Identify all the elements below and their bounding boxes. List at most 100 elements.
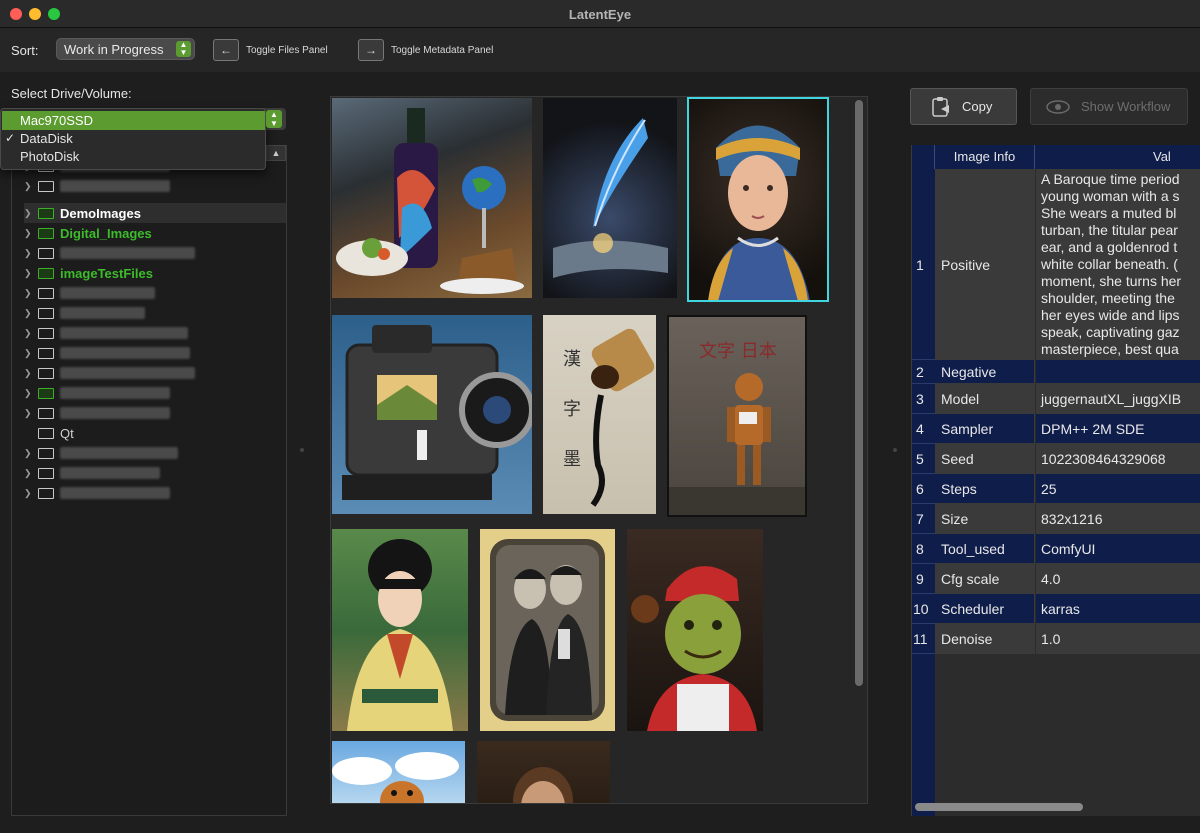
sort-select[interactable]: Work in Progress ▲ ▼ (56, 38, 195, 60)
row-key: Scheduler (935, 594, 1035, 624)
metadata-horizontal-scrollbar[interactable] (915, 803, 1083, 811)
redacted-folder-name (60, 287, 155, 299)
splitter-handle[interactable] (300, 448, 304, 452)
metadata-table: Image Info Val 1 Positive A Baroque time… (911, 145, 1200, 816)
tree-folder-row[interactable]: ❯ (24, 323, 286, 343)
metadata-row-denoise[interactable]: 11 Denoise 1.0 (912, 624, 1200, 654)
tree-folder-row[interactable]: ❯ (24, 383, 286, 403)
thumbnail-vintage-couple[interactable] (480, 529, 615, 731)
vintage-couple-image (490, 539, 605, 721)
row-value: 1022308464329068 (1036, 444, 1200, 474)
folder-icon (38, 327, 54, 339)
tree-folder-row[interactable]: ❯ (24, 463, 286, 483)
image-folder-icon (38, 227, 54, 239)
portrait-woman-image (513, 767, 573, 803)
copy-button-label: Copy (962, 99, 993, 114)
show-workflow-button[interactable]: Show Workflow (1030, 88, 1188, 125)
robot-wall-image: 文字 日本 (669, 341, 805, 515)
drive-option-datadisk[interactable]: ✓ DataDisk (2, 129, 265, 148)
folder-icon (38, 447, 54, 459)
chevron-up-icon[interactable]: ▲ (266, 145, 286, 161)
header-value[interactable]: Val (1036, 145, 1200, 169)
tree-folder-demoimages[interactable]: ❯ DemoImages (24, 203, 286, 223)
metadata-row-tool-used[interactable]: 8 Tool_used ComfyUI (912, 534, 1200, 564)
image-folder-icon (38, 387, 54, 399)
row-index: 9 (912, 564, 935, 594)
svg-text:漢: 漢 (563, 349, 581, 370)
thumbnail-ink-scroll[interactable]: 漢 字 墨 (543, 315, 656, 514)
metadata-row-size[interactable]: 7 Size 832x1216 (912, 504, 1200, 534)
folder-icon (38, 347, 54, 359)
splitter-handle[interactable] (893, 448, 897, 452)
image-grid: 漢 字 墨 文字 日本 (330, 96, 868, 804)
image-grid-scrollbar[interactable] (855, 100, 863, 686)
drive-options-popup: Mac970SSD ✓ DataDisk PhotoDisk (0, 108, 266, 170)
row-key: Size (935, 504, 1035, 534)
tree-folder-row[interactable]: ❯ (24, 303, 286, 323)
metadata-row-negative[interactable]: 2 Negative (912, 360, 1200, 384)
row-value: A Baroque time period young woman with a… (1036, 169, 1200, 360)
folder-icon (38, 287, 54, 299)
chevron-right-icon: ❯ (24, 447, 32, 458)
thumbnail-portrait-woman[interactable] (477, 741, 610, 803)
metadata-row-sampler[interactable]: 4 Sampler DPM++ 2M SDE (912, 414, 1200, 444)
tree-folder-row[interactable]: ❯ (24, 243, 286, 263)
metadata-row-scheduler[interactable]: 10 Scheduler karras (912, 594, 1200, 624)
redacted-folder-name (60, 487, 170, 499)
copy-button[interactable]: Copy (910, 88, 1017, 125)
tree-folder-digital-images[interactable]: ❯ Digital_Images (24, 223, 286, 243)
checkmark-icon: ✓ (5, 131, 16, 145)
metadata-row-steps[interactable]: 6 Steps 25 (912, 474, 1200, 504)
header-image-info[interactable]: Image Info (935, 145, 1035, 169)
drive-option-mac970ssd[interactable]: Mac970SSD (2, 111, 265, 130)
index-column-fill (912, 654, 935, 816)
thumbnail-pearl-earring[interactable] (687, 97, 829, 302)
tree-folder-row[interactable]: ❯ (24, 283, 286, 303)
svg-text:文字 日本: 文字 日本 (699, 341, 777, 362)
metadata-row-positive[interactable]: 1 Positive A Baroque time period young w… (912, 169, 1200, 360)
toggle-files-panel-button[interactable]: ← Toggle Files Panel (213, 39, 328, 61)
thumbnail-robot-wall[interactable]: 文字 日本 (667, 315, 807, 517)
thumbnail-kimono-woman[interactable] (332, 529, 468, 731)
drive-option-photodisk[interactable]: PhotoDisk (2, 147, 265, 166)
row-value: karras (1036, 594, 1200, 624)
metadata-row-seed[interactable]: 5 Seed 1022308464329068 (912, 444, 1200, 474)
tree-folder-row[interactable]: ❯ (24, 483, 286, 503)
row-value: 25 (1036, 474, 1200, 504)
toggle-files-panel-label: Toggle Files Panel (246, 44, 328, 56)
toggle-metadata-panel-button[interactable]: → Toggle Metadata Panel (358, 39, 493, 61)
tree-folder-row[interactable]: ❯ (24, 363, 286, 383)
tree-folder-imagetestfiles[interactable]: ❯ imageTestFiles (24, 263, 286, 283)
folder-icon (38, 427, 54, 439)
row-key: Denoise (935, 624, 1035, 654)
tree-folder-row[interactable]: ❯ (24, 443, 286, 463)
svg-text:墨: 墨 (563, 449, 581, 470)
folder-icon (38, 407, 54, 419)
image-folder-icon (38, 207, 54, 219)
tree-item-label: imageTestFiles (60, 265, 153, 281)
metadata-row-cfg-scale[interactable]: 9 Cfg scale 4.0 (912, 564, 1200, 594)
thumbnail-squirrel[interactable] (332, 741, 465, 803)
thumbnail-camera-painter[interactable] (332, 315, 532, 514)
squirrel-image (332, 752, 459, 803)
tree-folder-row[interactable]: ❯ (24, 343, 286, 363)
drive-option-label: DataDisk (20, 131, 73, 146)
metadata-row-model[interactable]: 3 Model juggernautXL_juggXIB (912, 384, 1200, 414)
tree-item-label: DemoImages (60, 205, 141, 221)
thumbnail-wine-bottle[interactable] (332, 98, 532, 298)
row-index: 4 (912, 414, 935, 444)
tree-folder-row[interactable]: ❯ (24, 176, 286, 196)
tree-folder-qt[interactable]: Qt (24, 423, 286, 443)
folder-icon (38, 467, 54, 479)
row-index: 5 (912, 444, 935, 474)
thumbnail-feather-quill[interactable] (543, 98, 677, 298)
drive-label: Select Drive/Volume: (11, 86, 132, 101)
tree-folder-row[interactable]: ❯ (24, 403, 286, 423)
show-workflow-label: Show Workflow (1081, 99, 1171, 114)
row-key: Model (935, 384, 1035, 414)
pearl-earring-image (708, 125, 810, 301)
chevron-right-icon: ❯ (24, 207, 32, 218)
redacted-folder-name (60, 327, 188, 339)
chevron-updown-icon: ▲ ▼ (266, 110, 282, 128)
thumbnail-shrek-character[interactable] (627, 529, 763, 731)
